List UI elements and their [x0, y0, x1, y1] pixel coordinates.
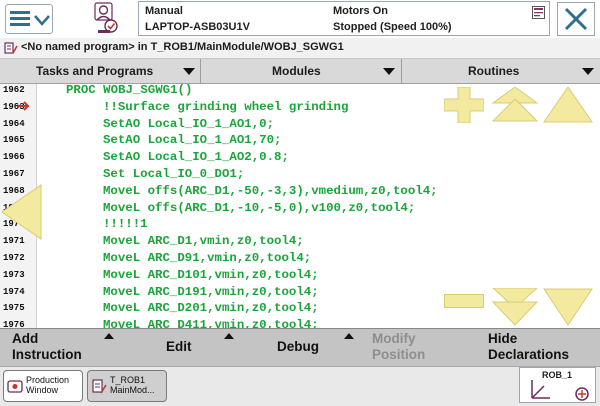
production-window-icon	[7, 380, 23, 393]
chevron-down-icon	[34, 15, 50, 26]
page-up-double-arrow-icon[interactable]	[491, 87, 539, 123]
run-state: Stopped (Speed 100%)	[333, 21, 452, 33]
add-instruction-button[interactable]: Add Instruction	[0, 329, 120, 367]
line-number: 1964	[3, 118, 25, 129]
menu-up-arrow-icon	[104, 333, 114, 339]
line-number: 1966	[3, 152, 25, 163]
menu-up-arrow-icon	[224, 333, 234, 339]
dropdown-arrow-icon	[383, 68, 395, 75]
program-editor-task[interactable]: T_ROB1 MainMod...	[87, 370, 167, 402]
hide-declarations-button[interactable]: Hide Declarations	[480, 329, 600, 367]
program-path-text: <No named program> in T_ROB1/MainModule/…	[21, 41, 344, 53]
code-text: !!!!!1	[103, 217, 148, 232]
code-text: MoveL ARC_D1,vmin,z0,tool4;	[103, 234, 304, 249]
dropdown-arrow-icon	[183, 68, 195, 75]
hide-declarations-label-line2: Declarations	[488, 347, 570, 362]
motors-state: Motors On	[333, 5, 388, 17]
tab-label: Modules	[272, 64, 321, 78]
scroll-down-arrow-icon[interactable]	[543, 288, 593, 326]
zoom-in-icon[interactable]	[444, 87, 484, 123]
tab-modules[interactable]: Modules	[201, 59, 402, 83]
code-line[interactable]: 1969MoveL offs(ARC_D1,-10,-5,0),v100,z0,…	[0, 199, 600, 217]
program-editor-icon	[4, 42, 18, 54]
event-log-icon	[532, 6, 545, 19]
tab-routines[interactable]: Routines	[402, 59, 600, 83]
line-number: 1967	[3, 169, 25, 179]
controller-name: LAPTOP-ASB03U1V	[145, 21, 250, 33]
quickset-button[interactable]: ROB_1	[519, 367, 596, 403]
modify-position-label-line1: Modify	[372, 331, 416, 346]
operating-mode: Manual	[145, 5, 183, 17]
command-bar: Add Instruction Edit Debug Modify Positi…	[0, 328, 600, 367]
hamburger-icon	[10, 11, 30, 26]
production-window-task[interactable]: Production Window	[3, 370, 83, 402]
close-button[interactable]	[557, 2, 595, 36]
status-info-panel[interactable]: Manual LAPTOP-ASB03U1V Motors On Stopped…	[138, 1, 550, 36]
code-text: MoveL ARC_D411,vmin,z0,tool4;	[103, 318, 319, 328]
line-number: 1962	[3, 85, 25, 95]
line-number: 1973	[3, 269, 25, 280]
code-text: SetAO Local_IO_1_AO1,70;	[103, 133, 282, 148]
edit-button[interactable]: Edit	[120, 329, 240, 367]
code-line[interactable]: 1966 SetAO Local_IO_1_AO2,0.8;	[0, 148, 600, 166]
code-line[interactable]: 1968 MoveL offs(ARC_D1,-50,-3,3),vmedium,…	[0, 182, 600, 200]
line-number: 1972	[3, 253, 25, 263]
code-text: MoveL ARC_D91,vmin,z0,tool4;	[103, 251, 312, 265]
program-editor-icon	[92, 379, 107, 394]
menu-up-arrow-icon	[344, 333, 354, 339]
close-icon	[564, 7, 588, 31]
tab-label: Tasks and Programs	[36, 64, 154, 78]
code-line[interactable]: 1970 !!!!!1	[0, 215, 600, 233]
code-text: !!Surface grinding wheel grinding	[103, 99, 349, 114]
add-instruction-label-line1: Add	[12, 331, 39, 346]
taskbar: Production Window T_ROB1 MainMod...	[0, 366, 600, 406]
scroll-up-arrow-icon[interactable]	[543, 87, 593, 123]
tab-tasks-and-programs[interactable]: Tasks and Programs	[0, 59, 201, 83]
code-line[interactable]: 1973 MoveL ARC_D101,vmin,z0,tool4;	[0, 266, 600, 284]
code-text: SetAO Local_IO_1_AO1,0;	[103, 116, 275, 131]
jog-coordinate-icon	[531, 380, 589, 401]
code-text: MoveL offs(ARC_D1,-10,-5,0),v100,z0,tool…	[103, 200, 416, 215]
code-line[interactable]: 1967 Set Local_IO_0_DO1;	[0, 165, 600, 183]
editor-tabs: Tasks and Programs Modules Routines	[0, 59, 600, 84]
modify-position-button[interactable]: Modify Position	[360, 329, 480, 367]
program-editor-label-line1: T_ROB1	[110, 375, 146, 385]
edit-label: Edit	[166, 339, 192, 354]
program-editor-label-line2: MainMod...	[110, 385, 155, 395]
dropdown-arrow-icon	[582, 68, 594, 75]
code-text: MoveL offs(ARC_D1,-50,-3,3),vmedium,z0,t…	[103, 183, 438, 198]
line-number: 1976	[3, 320, 25, 328]
abb-menu-button[interactable]	[5, 4, 53, 34]
line-number: 1975	[3, 303, 25, 314]
code-text: PROC WOBJ_SGWG1()	[66, 84, 193, 97]
program-pointer-icon	[18, 101, 30, 111]
zoom-out-icon[interactable]	[444, 294, 484, 308]
page-down-double-arrow-icon[interactable]	[491, 288, 539, 326]
production-window-label-line1: Production	[26, 375, 70, 385]
debug-label: Debug	[277, 339, 319, 354]
code-line[interactable]: 1971 MoveL ARC_D1,vmin,z0,tool4;	[0, 232, 600, 250]
code-line[interactable]: 1972 MoveL ARC_D91,vmin,z0,tool4;	[0, 249, 600, 267]
program-path-bar: <No named program> in T_ROB1/MainModule/…	[0, 38, 600, 59]
code-editor[interactable]: 1962 PROC WOBJ_SGWG1() 1963 !!Surface grind…	[0, 84, 600, 328]
code-text: MoveL ARC_D191,vmin,z0,tool4;	[103, 284, 319, 299]
code-text: Set Local_IO_0_DO1;	[103, 167, 245, 181]
tab-label: Routines	[468, 64, 520, 78]
scroll-left-arrow-icon[interactable]	[2, 184, 42, 240]
production-window-label-line2: Window	[26, 385, 59, 395]
code-text: MoveL ARC_D201,vmin,z0,tool4;	[103, 301, 319, 316]
code-text: SetAO Local_IO_1_AO2,0.8;	[103, 150, 289, 165]
debug-button[interactable]: Debug	[240, 329, 360, 367]
line-number: 1965	[3, 135, 25, 146]
code-line[interactable]: 1965 SetAO Local_IO_1_AO1,70;	[0, 131, 600, 149]
modify-position-label-line2: Position	[372, 347, 426, 362]
hide-declarations-label-line1: Hide	[488, 331, 518, 346]
add-instruction-label-line2: Instruction	[12, 347, 82, 362]
line-number: 1974	[3, 286, 25, 297]
code-text: MoveL ARC_D101,vmin,z0,tool4;	[103, 267, 319, 282]
top-status-bar: Manual LAPTOP-ASB03U1V Motors On Stopped…	[0, 0, 600, 39]
operator-user-icon[interactable]	[92, 2, 120, 36]
